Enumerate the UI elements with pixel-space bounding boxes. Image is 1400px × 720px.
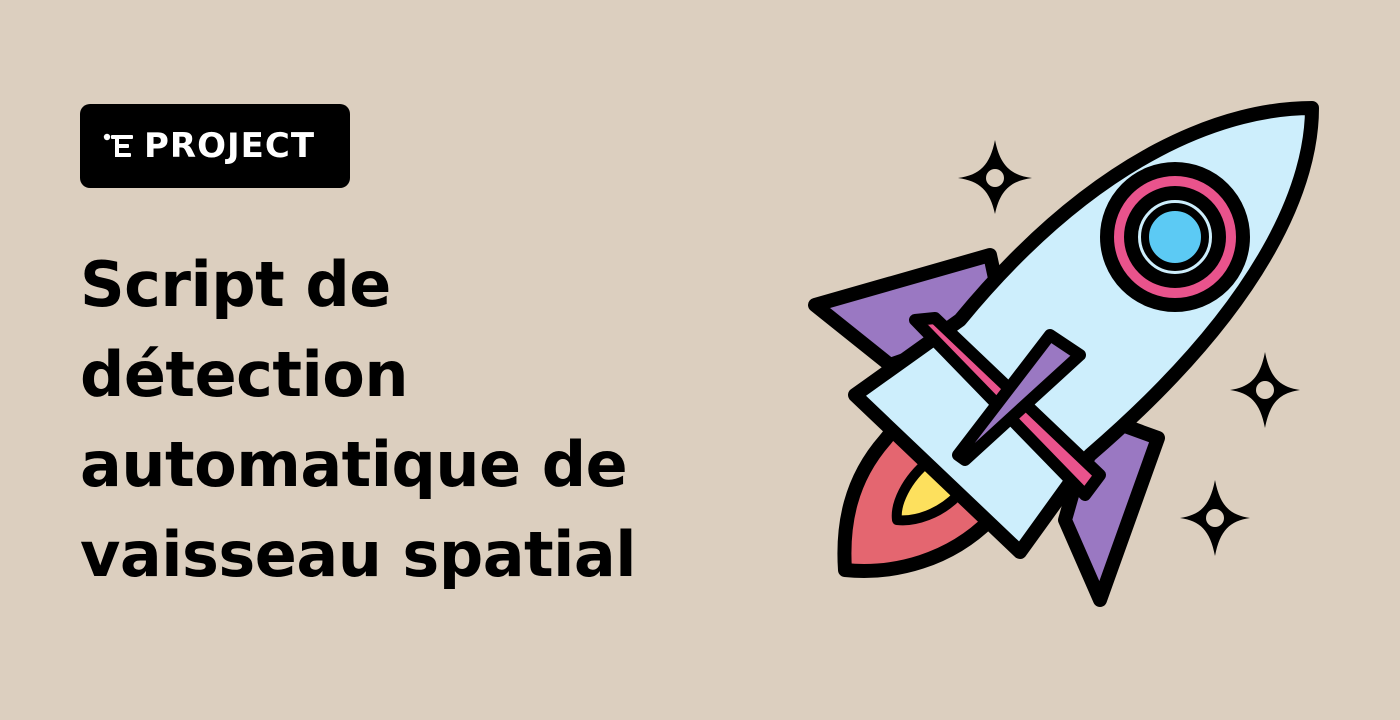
rocket-window-glass bbox=[1141, 203, 1209, 271]
page-title: Script de détection automatique de vaiss… bbox=[80, 248, 637, 591]
badge-label: PROJECT bbox=[144, 126, 316, 166]
project-tree-icon bbox=[103, 133, 133, 157]
banner-canvas: PROJECT Script de détection automatique … bbox=[0, 0, 1400, 720]
project-badge: PROJECT bbox=[80, 104, 350, 188]
rocket-illustration bbox=[808, 101, 1319, 607]
rocket-icon bbox=[808, 101, 1319, 607]
